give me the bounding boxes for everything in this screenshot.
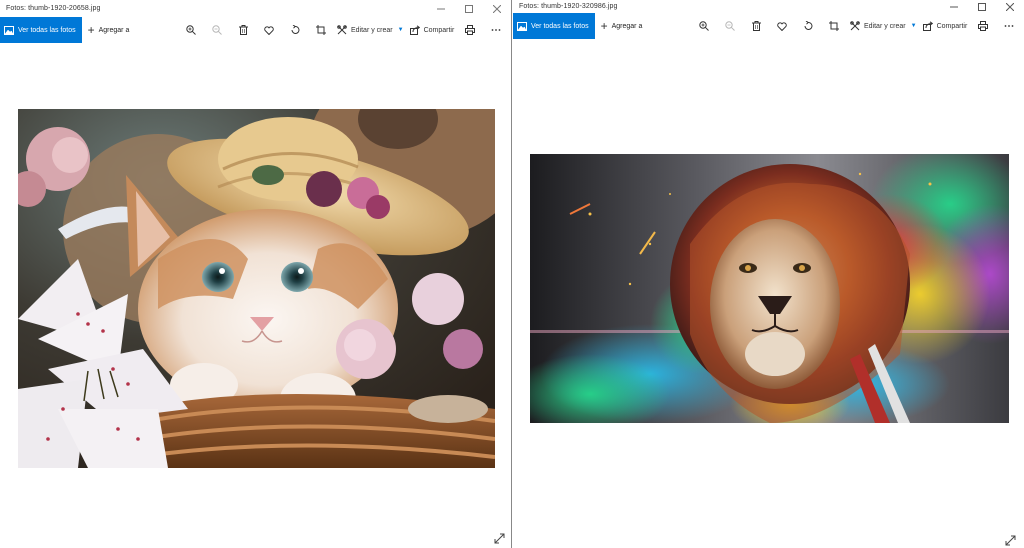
window-controls [427,0,511,17]
zoom-in-icon [699,21,709,31]
favorite-icon [777,21,787,31]
photo-lion [530,154,1009,423]
photo-kitten [18,109,495,468]
crop-icon [316,25,326,35]
view-all-photos-button[interactable]: Ver todas las fotos [0,17,82,43]
title-bar[interactable]: Fotos: thumb-1920-20658.jpg [0,0,511,17]
photos-icon [517,21,527,31]
rotate-button[interactable] [795,13,821,39]
maximize-button[interactable] [455,0,483,17]
window-controls [940,0,1024,13]
rotate-icon [804,21,813,30]
edit-create-icon [337,25,347,35]
zoom-out-button[interactable] [717,13,743,39]
window-title: Fotos: thumb-1920-320986.jpg [519,3,618,10]
add-to-button[interactable]: + Agregar a [88,17,130,43]
rotate-button[interactable] [282,17,308,43]
zoom-in-button[interactable] [178,17,204,43]
plus-icon: + [87,23,95,37]
more-icon [1004,25,1014,27]
app-toolbar: Ver todas las fotos + Agregar a Editar y… [0,17,511,43]
more-icon [491,29,501,31]
expand-icon [494,533,504,543]
minimize-icon [437,8,445,9]
favorite-button[interactable] [256,17,282,43]
window-title: Fotos: thumb-1920-20658.jpg [6,5,101,12]
view-all-photos-label: Ver todas las fotos [18,26,76,34]
maximize-icon [465,4,473,13]
add-to-label: Agregar a [611,22,643,30]
favorite-button[interactable] [769,13,795,39]
zoom-out-icon [725,21,735,31]
add-to-label: Agregar a [98,26,130,34]
delete-button[interactable] [230,17,256,43]
app-toolbar: Ver todas las fotos + Agregar a Editar y… [513,13,1024,39]
edit-create-button[interactable]: Editar y crear ▼ [847,13,920,39]
share-button[interactable]: Compartir [407,17,458,43]
delete-button[interactable] [743,13,769,39]
expand-button[interactable] [1003,533,1017,547]
edit-create-label: Editar y crear [864,22,906,30]
favorite-icon [264,25,274,35]
edit-create-icon [850,21,860,31]
zoom-in-button[interactable] [691,13,717,39]
kitten-image [18,109,495,468]
photos-icon [4,25,14,35]
view-all-photos-label: Ver todas las fotos [531,22,589,30]
print-icon [978,21,989,31]
photo-canvas[interactable] [513,39,1024,548]
share-icon [922,21,933,31]
close-icon [1006,2,1014,11]
share-button[interactable]: Compartir [920,13,971,39]
share-label: Compartir [423,26,455,34]
edit-create-label: Editar y crear [351,26,393,34]
more-button[interactable] [483,17,509,43]
photo-canvas[interactable] [0,43,511,548]
print-icon [465,25,476,35]
delete-icon [751,21,761,31]
toolbar-actions: Editar y crear ▼ Compartir [691,13,1022,39]
toolbar-actions: Editar y crear ▼ Compartir [178,17,509,43]
zoom-out-button[interactable] [204,17,230,43]
delete-icon [238,25,248,35]
close-button[interactable] [996,0,1024,13]
edit-create-button[interactable]: Editar y crear ▼ [334,17,407,43]
zoom-in-icon [186,25,196,35]
expand-button[interactable] [492,531,506,545]
crop-button[interactable] [821,13,847,39]
share-label: Compartir [936,22,968,30]
close-icon [493,4,501,13]
zoom-out-icon [212,25,222,35]
title-bar[interactable]: Fotos: thumb-1920-320986.jpg [513,0,1024,13]
photos-window-left: Fotos: thumb-1920-20658.jpg Ver todas la… [0,0,512,548]
print-button[interactable] [457,17,483,43]
crop-icon [829,21,839,31]
photos-window-right: Fotos: thumb-1920-320986.jpg Ver todas l… [513,0,1024,548]
plus-icon: + [600,19,608,33]
chevron-down-icon: ▼ [397,27,404,33]
minimize-icon [950,6,958,7]
lion-image [530,154,1009,423]
expand-icon [1005,535,1015,545]
minimize-button[interactable] [940,0,968,13]
more-button[interactable] [996,13,1022,39]
crop-button[interactable] [308,17,334,43]
minimize-button[interactable] [427,0,455,17]
view-all-photos-button[interactable]: Ver todas las fotos [513,13,595,39]
chevron-down-icon: ▼ [910,23,917,29]
maximize-button[interactable] [968,0,996,13]
maximize-icon [978,2,986,11]
print-button[interactable] [970,13,996,39]
rotate-icon [291,25,300,34]
add-to-button[interactable]: + Agregar a [601,13,643,39]
close-button[interactable] [483,0,511,17]
share-icon [409,25,420,35]
